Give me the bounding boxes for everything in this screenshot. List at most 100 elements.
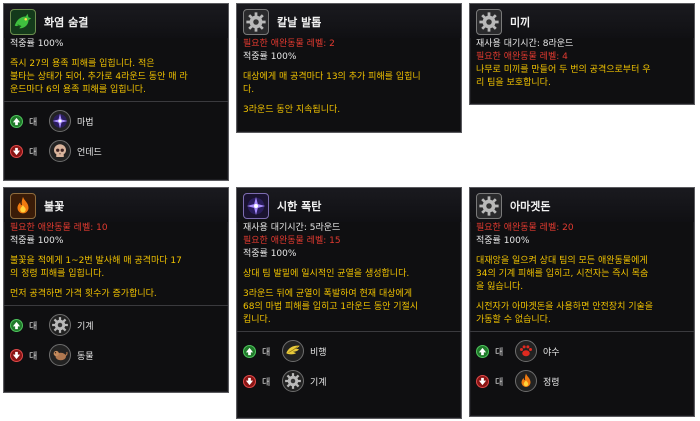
relation-row-strong: 대 기계 bbox=[4, 310, 228, 340]
tooltip-header: 불꽃 bbox=[4, 188, 228, 222]
description-text: 대상에게 매 공격마다 13의 추가 피해를 입힙니 bbox=[243, 72, 421, 82]
stat-text: 적중률 100% bbox=[476, 236, 530, 246]
relation-label: 대 bbox=[262, 377, 271, 388]
magic-star-icon bbox=[49, 110, 71, 132]
flame-icon bbox=[515, 370, 537, 392]
description-text: 시전자가 아마겟돈을 사용하면 안전장치 기술을 bbox=[476, 302, 654, 312]
relation-row-strong: 대 마법 bbox=[4, 106, 228, 136]
tooltip-header: 시한 폭탄 bbox=[237, 188, 461, 222]
description-text: 다. bbox=[243, 85, 255, 95]
wing-icon bbox=[282, 340, 304, 362]
tooltip-header: 미끼 bbox=[470, 4, 694, 38]
relation-row-strong: 대 비행 bbox=[237, 336, 461, 366]
ability-title: 불꽃 bbox=[44, 200, 65, 213]
divider bbox=[237, 331, 461, 332]
gear-icon bbox=[49, 314, 71, 336]
stat-text: 적중률 100% bbox=[10, 39, 64, 49]
stat-text: 적중률 100% bbox=[243, 249, 297, 259]
gear-icon bbox=[476, 193, 502, 219]
tooltip-header: 아마겟돈 bbox=[470, 188, 694, 222]
tooltip-armageddon: 아마겟돈 필요한 애완동물 레벨: 20 적중률 100% 대재앙을 일으켜 상대 팀… bbox=[469, 187, 695, 417]
tooltip-flame: 불꽃필요한 애완동물 레벨: 10 적중률 100% 불꽃을 적에게 1~2번 발사… bbox=[3, 187, 229, 393]
requirement-text: 필요한 애완동물 레벨: 10 bbox=[10, 223, 108, 233]
relation-label: 대 bbox=[29, 351, 38, 362]
skull-icon bbox=[49, 140, 71, 162]
relation-row-weak: 대 정령 bbox=[470, 366, 694, 396]
description-text: 34의 기계 피해를 입히고, 시전자는 즉시 목숨 bbox=[476, 269, 649, 279]
relation-label: 대 bbox=[29, 147, 38, 158]
description-text: 가동할 수 없습니다. bbox=[476, 315, 551, 325]
relation-label: 대 bbox=[29, 321, 38, 332]
paw-beast-icon bbox=[49, 344, 71, 366]
tooltip-decoy: 미끼재사용 대기시간: 8라운드필요한 애완동물 레벨: 4 나무로 미끼를 만들… bbox=[469, 3, 695, 105]
relation-row-weak: 대 언데드 bbox=[4, 136, 228, 166]
divider bbox=[4, 305, 228, 306]
description-text: 나무로 미끼를 만들어 두 번의 공격으로부터 우 bbox=[476, 65, 651, 75]
pet-family-name: 기계 bbox=[77, 321, 94, 332]
pet-family-name: 비행 bbox=[310, 347, 327, 358]
divider bbox=[4, 101, 228, 102]
tooltip-blade-claw: 칼날 발톱 필요한 애완동물 레벨: 2 적중률 100% 대상에게 매 공격마다 1… bbox=[236, 3, 462, 133]
pet-family-name: 동물 bbox=[77, 351, 94, 362]
arrow-up-icon bbox=[476, 344, 489, 358]
dragon-head-icon bbox=[10, 9, 36, 35]
description-text: 리 팀을 보호합니다. bbox=[476, 78, 551, 88]
arrow-down-icon bbox=[476, 374, 489, 388]
pet-family-name: 언데드 bbox=[77, 147, 102, 158]
stat-text: 재사용 대기시간: 8라운드 bbox=[476, 39, 574, 49]
arrow-up-icon bbox=[10, 318, 23, 332]
pet-family-name: 기계 bbox=[310, 377, 327, 388]
description-text: 3라운드 뒤에 균열이 폭발하여 현재 대상에게 bbox=[243, 289, 413, 299]
requirement-text: 필요한 애완동물 레벨: 20 bbox=[476, 223, 574, 233]
ability-title: 미끼 bbox=[510, 16, 531, 29]
requirement-text: 필요한 애완동물 레벨: 2 bbox=[243, 39, 335, 49]
description-text: 을 잃습니다. bbox=[476, 282, 524, 292]
description-text: 불꽃을 적에게 1~2번 발사해 매 공격마다 17 bbox=[10, 256, 182, 266]
stat-text: 재사용 대기시간: 5라운드 bbox=[243, 223, 341, 233]
description-text: 먼저 공격하면 가격 횟수가 증가합니다. bbox=[10, 289, 157, 299]
relation-label: 대 bbox=[495, 347, 504, 358]
pet-family-name: 정령 bbox=[543, 377, 560, 388]
arrow-down-icon bbox=[243, 374, 256, 388]
arrow-up-icon bbox=[243, 344, 256, 358]
description-text: 불타는 상태가 되어, 추가로 4라운드 동안 매 라 bbox=[10, 72, 188, 82]
relation-row-weak: 대 동물 bbox=[4, 340, 228, 370]
description-text: 즉시 27의 용족 피해를 입힙니다. 적은 bbox=[10, 59, 155, 69]
description-text: 68의 마법 피해를 입히고 1라운드 동안 기절시 bbox=[243, 302, 419, 312]
stat-text: 적중률 100% bbox=[243, 52, 297, 62]
arrow-down-icon bbox=[10, 144, 23, 158]
gear-icon bbox=[476, 9, 502, 35]
arrow-down-icon bbox=[10, 348, 23, 362]
tooltip-header: 칼날 발톱 bbox=[237, 4, 461, 38]
ability-title: 시한 폭탄 bbox=[277, 200, 322, 213]
description-text: 의 정령 피해를 입힙니다. bbox=[10, 269, 105, 279]
description-text: 운드마다 6의 용족 피해를 입힙니다. bbox=[10, 85, 146, 95]
paw-icon bbox=[515, 340, 537, 362]
description-text: 3라운드 동안 지속됩니다. bbox=[243, 105, 341, 115]
requirement-text: 필요한 애완동물 레벨: 4 bbox=[476, 52, 568, 62]
divider bbox=[470, 331, 694, 332]
ability-title: 화염 숨결 bbox=[44, 16, 89, 29]
tooltip-time-bomb: 시한 폭탄재사용 대기시간: 5라운드필요한 애완동물 레벨: 15 적중률 10… bbox=[236, 187, 462, 419]
relation-row-strong: 대 야수 bbox=[470, 336, 694, 366]
relation-row-weak: 대 기계 bbox=[237, 366, 461, 396]
flame-icon bbox=[10, 193, 36, 219]
description-text: 킵니다. bbox=[243, 315, 271, 325]
ability-title: 아마겟돈 bbox=[510, 200, 551, 213]
pet-family-name: 야수 bbox=[543, 347, 560, 358]
stat-text: 적중률 100% bbox=[10, 236, 64, 246]
relation-label: 대 bbox=[29, 117, 38, 128]
relation-label: 대 bbox=[262, 347, 271, 358]
pet-family-name: 마법 bbox=[77, 117, 94, 128]
requirement-text: 필요한 애완동물 레벨: 15 bbox=[243, 236, 341, 246]
tooltip-header: 화염 숨결 bbox=[4, 4, 228, 38]
